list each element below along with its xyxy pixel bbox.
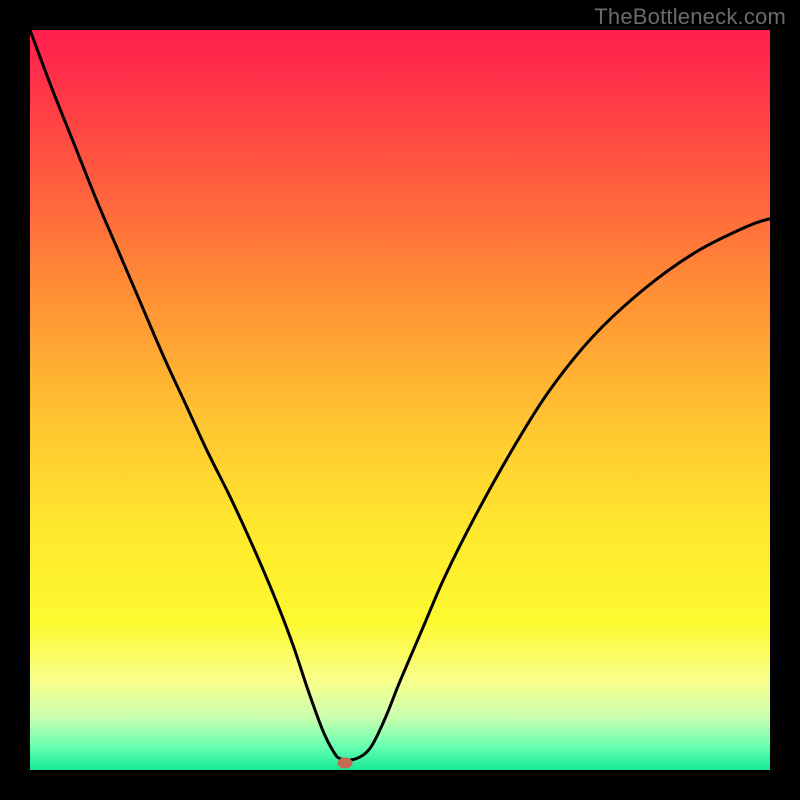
curve-layer — [30, 30, 770, 770]
minimum-marker — [337, 757, 352, 768]
bottleneck-curve — [30, 30, 770, 760]
watermark-text: TheBottleneck.com — [594, 4, 786, 30]
chart-container: TheBottleneck.com — [0, 0, 800, 800]
